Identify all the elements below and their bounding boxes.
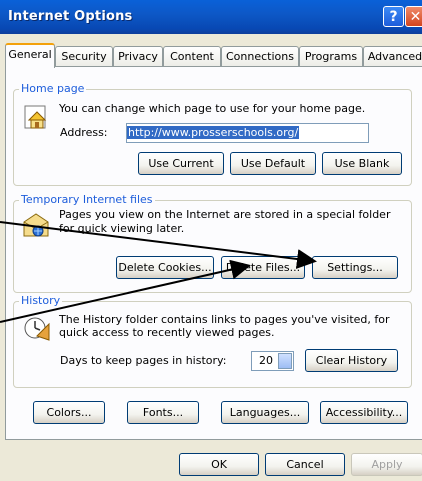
help-icon: ?: [389, 9, 398, 25]
temporary-files-line-1: Pages you view on the Internet are store…: [59, 208, 391, 221]
history-line-1: The History folder contains links to pag…: [59, 313, 390, 326]
fonts-button[interactable]: Fonts...: [127, 401, 199, 424]
address-label: Address:: [60, 126, 108, 139]
tab-security[interactable]: Security: [55, 46, 113, 66]
home-page-group: Home page You can change which page to u…: [13, 82, 412, 186]
apply-button[interactable]: Apply: [351, 453, 422, 476]
home-page-legend: Home page: [19, 82, 87, 95]
cancel-button[interactable]: Cancel: [265, 453, 345, 476]
general-tab-panel: Home page You can change which page to u…: [5, 66, 422, 440]
close-icon: ✕: [409, 9, 422, 25]
tab-advanced[interactable]: Advanced: [363, 46, 422, 66]
internet-options-dialog: Internet Options ? ✕ General Security Pr…: [0, 0, 422, 481]
tab-content[interactable]: Content: [163, 46, 221, 66]
history-line-2: quick access to recently viewed pages.: [59, 326, 275, 339]
temporary-files-line-2: for quick viewing later.: [59, 222, 185, 235]
history-group: History The History folder contains link…: [13, 294, 412, 388]
temporary-files-group: Temporary Internet files Pages you view …: [13, 193, 412, 293]
address-input[interactable]: http://www.prosserschools.org/: [126, 123, 369, 143]
temporary-files-legend: Temporary Internet files: [19, 193, 155, 206]
settings-button[interactable]: Settings...: [312, 256, 398, 279]
languages-button[interactable]: Languages...: [221, 401, 309, 424]
home-page-description: You can change which page to use for you…: [59, 102, 366, 115]
history-legend: History: [19, 294, 63, 307]
help-button[interactable]: ?: [383, 6, 404, 27]
spin-arrows-icon[interactable]: [278, 353, 292, 369]
history-icon: [24, 317, 50, 341]
history-days-spinner[interactable]: 20: [251, 351, 294, 371]
temporary-files-icon: [23, 213, 49, 237]
address-value: http://www.prosserschools.org/: [127, 126, 300, 139]
tab-programs[interactable]: Programs: [299, 46, 363, 66]
colors-button[interactable]: Colors...: [33, 401, 105, 424]
close-button[interactable]: ✕: [405, 6, 422, 27]
delete-files-button[interactable]: Delete Files...: [221, 256, 305, 279]
tab-privacy[interactable]: Privacy: [113, 46, 163, 66]
clear-history-button[interactable]: Clear History: [305, 349, 398, 372]
delete-cookies-button[interactable]: Delete Cookies...: [116, 256, 214, 279]
tab-connections[interactable]: Connections: [221, 46, 299, 66]
ok-button[interactable]: OK: [179, 453, 259, 476]
tab-general[interactable]: General: [5, 43, 55, 68]
home-page-icon: [24, 105, 47, 129]
accessibility-button[interactable]: Accessibility...: [320, 401, 408, 424]
history-days-label: Days to keep pages in history:: [60, 354, 227, 367]
use-blank-button[interactable]: Use Blank: [322, 152, 402, 175]
use-default-button[interactable]: Use Default: [230, 152, 316, 175]
window-title: Internet Options: [8, 9, 133, 24]
use-current-button[interactable]: Use Current: [138, 152, 224, 175]
history-days-value: 20: [259, 354, 273, 367]
title-bar[interactable]: Internet Options ? ✕: [0, 0, 422, 34]
